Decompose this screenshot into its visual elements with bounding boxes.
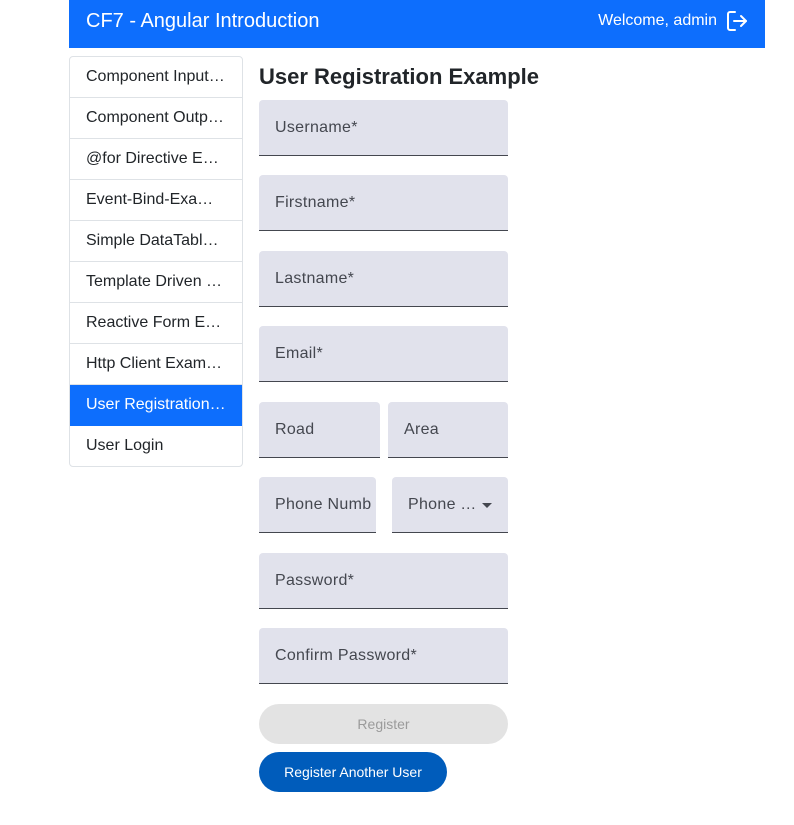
confirm-password-field[interactable]: Confirm Password* xyxy=(259,628,508,684)
sidebar-item-component-output[interactable]: Component Output Example xyxy=(70,98,242,139)
sidebar-item-reactive-form[interactable]: Reactive Form Example xyxy=(70,303,242,344)
register-button[interactable]: Register xyxy=(259,704,508,744)
road-field[interactable]: Road xyxy=(259,402,380,458)
sidebar-item-http-client[interactable]: Http Client Example xyxy=(70,344,242,385)
lastname-label: Lastname* xyxy=(275,269,355,287)
sidebar-item-component-input[interactable]: Component Input Example xyxy=(70,57,242,98)
password-label: Password* xyxy=(275,571,355,589)
username-field[interactable]: Username* xyxy=(259,100,508,156)
confirm-password-label: Confirm Password* xyxy=(275,646,418,664)
username-label: Username* xyxy=(275,118,358,136)
email-field[interactable]: Email* xyxy=(259,326,508,382)
sidebar-item-simple-datatable[interactable]: Simple DataTable Example xyxy=(70,221,242,262)
top-navbar: CF7 - Angular Introduction Welcome, admi… xyxy=(69,0,765,48)
email-label: Email* xyxy=(275,344,324,362)
firstname-field[interactable]: Firstname* xyxy=(259,175,508,231)
sidebar-item-user-registration[interactable]: User Registration Example xyxy=(70,385,242,426)
page-title: User Registration Example xyxy=(259,64,539,89)
caret-down-icon xyxy=(482,502,492,508)
register-another-user-button[interactable]: Register Another User xyxy=(259,752,447,792)
sidebar-item-template-driven-form[interactable]: Template Driven Form Example xyxy=(70,262,242,303)
sidebar-menu: Component Input Example Component Output… xyxy=(69,56,243,467)
password-field[interactable]: Password* xyxy=(259,553,508,609)
phone-number-field[interactable]: Phone Number xyxy=(259,477,376,533)
area-field[interactable]: Area xyxy=(388,402,508,458)
area-label: Area xyxy=(404,420,439,438)
sidebar-item-event-bind[interactable]: Event-Bind-Example xyxy=(70,180,242,221)
sidebar-item-for-directive[interactable]: @for Directive Example xyxy=(70,139,242,180)
firstname-label: Firstname* xyxy=(275,193,356,211)
phone-type-label: Phone Type xyxy=(408,495,478,513)
lastname-field[interactable]: Lastname* xyxy=(259,251,508,307)
logout-icon[interactable] xyxy=(725,9,749,33)
phone-number-label: Phone Number xyxy=(275,495,372,513)
phone-type-select[interactable]: Phone Type xyxy=(392,477,508,533)
sidebar-item-user-login[interactable]: User Login xyxy=(70,426,242,466)
app-title: CF7 - Angular Introduction xyxy=(86,10,320,32)
welcome-text: Welcome, admin xyxy=(598,12,717,29)
road-label: Road xyxy=(275,420,315,438)
